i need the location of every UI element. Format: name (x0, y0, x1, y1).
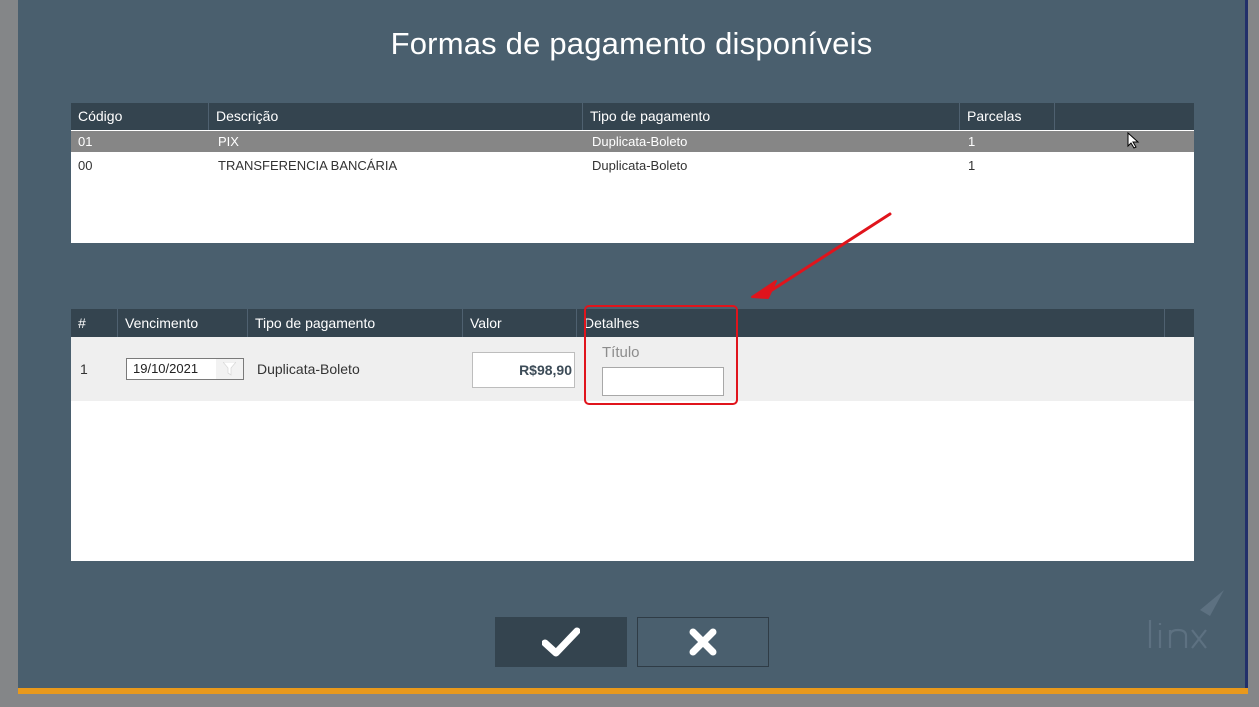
close-icon (689, 628, 717, 656)
filter-icon (223, 362, 236, 376)
column-header-tipo[interactable]: Tipo de pagamento (583, 103, 960, 130)
column-header-valor[interactable]: Valor (463, 309, 577, 337)
payment-methods-table: Código Descrição Tipo de pagamento Parce… (71, 103, 1194, 243)
column-header-vencimento[interactable]: Vencimento (118, 309, 248, 337)
column-header-empty (1055, 103, 1194, 130)
confirm-button[interactable] (495, 617, 627, 667)
cell-parcelas: 1 (968, 158, 976, 173)
cell-number: 1 (80, 361, 88, 377)
cell-tipo: Duplicata-Boleto (592, 134, 688, 149)
accent-bar (18, 688, 1248, 694)
table-row[interactable]: 01 PIX Duplicata-Boleto 1 (71, 131, 1194, 152)
cell-parcelas: 1 (968, 134, 976, 149)
cell-descricao: PIX (218, 134, 239, 149)
highlight-box (584, 305, 738, 405)
column-header-codigo[interactable]: Código (71, 103, 209, 130)
cancel-button[interactable] (637, 617, 769, 667)
column-header-number[interactable]: # (71, 309, 118, 337)
cell-tipo: Duplicata-Boleto (257, 361, 360, 377)
window-border (1245, 0, 1248, 694)
linx-logo (1148, 590, 1224, 649)
cell-codigo: 01 (78, 134, 93, 149)
calendar-dropdown-button[interactable] (216, 359, 243, 379)
table-header: Código Descrição Tipo de pagamento Parce… (71, 103, 1194, 130)
check-icon (542, 627, 580, 657)
valor-field[interactable]: R$98,90 (472, 352, 575, 388)
mouse-cursor-icon (1127, 132, 1140, 149)
dialog-title: Formas de pagamento disponíveis (390, 26, 873, 61)
valor-value: R$98,90 (519, 362, 572, 378)
due-date-value: 19/10/2021 (133, 361, 199, 376)
cell-codigo: 00 (78, 158, 93, 173)
table-row[interactable]: 00 TRANSFERENCIA BANCÁRIA Duplicata-Bole… (71, 155, 1194, 176)
column-header-parcelas[interactable]: Parcelas (960, 103, 1055, 130)
cell-tipo: Duplicata-Boleto (592, 158, 688, 173)
column-header-empty (1165, 309, 1194, 337)
column-header-descricao[interactable]: Descrição (209, 103, 583, 130)
cell-descricao: TRANSFERENCIA BANCÁRIA (218, 158, 398, 173)
column-header-tipo[interactable]: Tipo de pagamento (248, 309, 463, 337)
due-date-picker[interactable]: 19/10/2021 (126, 358, 244, 380)
